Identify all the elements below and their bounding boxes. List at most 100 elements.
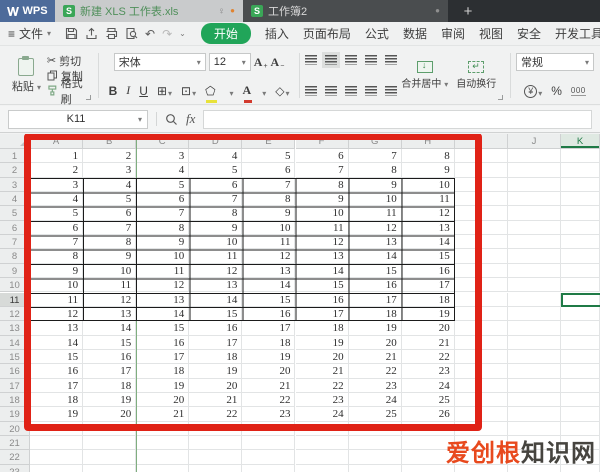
paste-button[interactable]: 粘贴 ▾ (6, 55, 47, 94)
cell-I2[interactable] (454, 163, 508, 178)
cell-H7[interactable]: 14 (401, 235, 455, 250)
cell-F17[interactable]: 22 (295, 378, 349, 393)
cell-D3[interactable]: 6 (189, 177, 243, 193)
cell-D12[interactable]: 15 (189, 306, 243, 322)
ribbon-tab-审阅[interactable]: 审阅 (441, 25, 465, 42)
cell-D6[interactable]: 9 (189, 220, 243, 236)
cell-B18[interactable]: 19 (83, 392, 137, 408)
document-tab-active[interactable]: S 新建 XLS 工作表.xls ♀ ● (55, 0, 243, 22)
print-icon[interactable] (105, 27, 118, 40)
column-header-I[interactable]: I (454, 134, 508, 149)
cell-K4[interactable] (561, 192, 600, 207)
cell-F18[interactable]: 23 (295, 392, 349, 408)
cell-C10[interactable]: 12 (136, 278, 190, 293)
dialog-launcher-icon[interactable] (498, 95, 504, 100)
cell-F20[interactable] (295, 421, 349, 436)
print-preview-icon[interactable] (125, 27, 138, 40)
cell-B3[interactable]: 4 (83, 177, 137, 193)
row-header-22[interactable]: 22 (0, 450, 30, 465)
row-header-14[interactable]: 14 (0, 335, 30, 350)
cell-E8[interactable]: 12 (242, 249, 296, 264)
cell-I6[interactable] (454, 220, 508, 236)
cell-I1[interactable] (454, 149, 508, 164)
cell-G18[interactable]: 24 (348, 392, 402, 408)
cell-D4[interactable]: 7 (189, 192, 243, 207)
cell-K11[interactable] (561, 292, 600, 307)
formula-input[interactable] (203, 109, 592, 129)
cell-G11[interactable]: 17 (348, 292, 402, 307)
cell-K12[interactable] (561, 306, 600, 322)
cell-F12[interactable]: 17 (295, 306, 349, 322)
cell-E5[interactable]: 9 (242, 206, 296, 221)
dialog-launcher-icon[interactable] (85, 95, 91, 100)
cell-C17[interactable]: 19 (136, 378, 190, 393)
column-header-D[interactable]: D (189, 134, 243, 149)
italic-button[interactable]: I (126, 83, 130, 98)
cell-A15[interactable]: 15 (30, 349, 84, 365)
row-header-7[interactable]: 7 (0, 235, 30, 250)
cell-J21[interactable] (507, 436, 561, 451)
cell-E7[interactable]: 11 (242, 235, 296, 250)
decrease-font-icon[interactable]: A − (271, 55, 285, 70)
cell-C5[interactable]: 7 (136, 206, 190, 221)
cell-C23[interactable] (136, 464, 190, 472)
cell-A3[interactable]: 3 (30, 177, 84, 193)
cell-D2[interactable]: 5 (189, 163, 243, 178)
fill-color-button[interactable]: ⬠ ▾ (205, 84, 234, 103)
cell-K21[interactable] (561, 436, 600, 451)
row-header-15[interactable]: 15 (0, 349, 30, 365)
cell-B19[interactable]: 20 (83, 407, 137, 422)
column-header-E[interactable]: E (242, 134, 296, 149)
cell-D10[interactable]: 13 (189, 278, 243, 293)
cell-G23[interactable] (348, 464, 402, 472)
column-header-K[interactable]: K (561, 134, 600, 149)
wrap-text-button[interactable]: 自动换行 (452, 61, 500, 90)
ribbon-tab-页面布局[interactable]: 页面布局 (303, 25, 351, 42)
cell-J22[interactable] (507, 450, 561, 465)
cell-I16[interactable] (454, 364, 508, 379)
row-header-20[interactable]: 20 (0, 421, 30, 436)
cell-D14[interactable]: 17 (189, 335, 243, 350)
cell-F22[interactable] (295, 450, 349, 465)
align-top-icon[interactable] (305, 55, 318, 65)
cell-H10[interactable]: 17 (401, 278, 455, 293)
cell-G19[interactable]: 25 (348, 407, 402, 422)
row-header-5[interactable]: 5 (0, 206, 30, 221)
cell-G3[interactable]: 9 (348, 177, 402, 193)
cell-J4[interactable] (507, 192, 561, 207)
cell-I17[interactable] (454, 378, 508, 393)
cell-I12[interactable] (454, 306, 508, 322)
cell-F13[interactable]: 18 (295, 321, 349, 336)
cell-C12[interactable]: 14 (136, 306, 190, 322)
cell-E20[interactable] (242, 421, 296, 436)
magnifier-icon[interactable] (165, 113, 178, 126)
cell-J18[interactable] (507, 392, 561, 408)
cell-H15[interactable]: 22 (401, 349, 455, 365)
cell-E22[interactable] (242, 450, 296, 465)
cell-J7[interactable] (507, 235, 561, 250)
cell-A5[interactable]: 5 (30, 206, 84, 221)
cell-E15[interactable]: 19 (242, 349, 296, 365)
cell-D18[interactable]: 21 (189, 392, 243, 408)
number-format-select[interactable]: 常规 ▾ (515, 53, 594, 71)
cell-F11[interactable]: 16 (295, 292, 349, 307)
cell-J11[interactable] (507, 292, 561, 307)
ribbon-tab-安全[interactable]: 安全 (517, 25, 541, 42)
align-left-icon[interactable] (305, 86, 318, 96)
ribbon-tab-数据[interactable]: 数据 (403, 25, 427, 42)
cell-E3[interactable]: 7 (242, 177, 296, 193)
cell-F5[interactable]: 10 (295, 206, 349, 221)
cell-H11[interactable]: 18 (401, 292, 455, 307)
redo-icon[interactable]: ↷ (162, 27, 172, 41)
cell-E4[interactable]: 8 (242, 192, 296, 207)
cell-C19[interactable]: 21 (136, 407, 190, 422)
cell-A22[interactable] (30, 450, 84, 465)
cell-F9[interactable]: 14 (295, 263, 349, 279)
cell-D8[interactable]: 11 (189, 249, 243, 264)
cell-J9[interactable] (507, 263, 561, 279)
cell-D23[interactable] (189, 464, 243, 472)
cell-I21[interactable] (454, 436, 508, 451)
cell-A10[interactable]: 10 (30, 278, 84, 293)
cell-K5[interactable] (561, 206, 600, 221)
cell-H19[interactable]: 26 (401, 407, 455, 422)
